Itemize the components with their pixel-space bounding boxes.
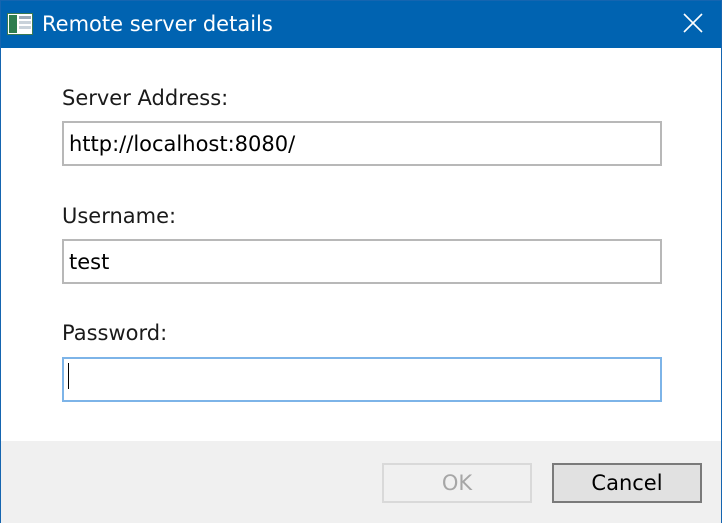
- title-bar[interactable]: Remote server details: [1, 1, 721, 48]
- server-address-input[interactable]: [62, 121, 662, 166]
- dialog-window: Remote server details Server Address: Us…: [0, 0, 722, 523]
- password-input[interactable]: [62, 357, 662, 402]
- username-input[interactable]: [62, 239, 662, 284]
- cancel-button[interactable]: Cancel: [552, 463, 702, 503]
- close-icon: [683, 12, 703, 37]
- close-button[interactable]: [665, 1, 721, 48]
- username-label: Username:: [62, 204, 177, 228]
- password-label: Password:: [62, 321, 168, 345]
- server-address-label: Server Address:: [62, 86, 229, 110]
- app-window-icon: [7, 13, 33, 35]
- text-caret: [68, 363, 69, 389]
- ok-button[interactable]: OK: [382, 463, 532, 503]
- window-title: Remote server details: [42, 12, 273, 36]
